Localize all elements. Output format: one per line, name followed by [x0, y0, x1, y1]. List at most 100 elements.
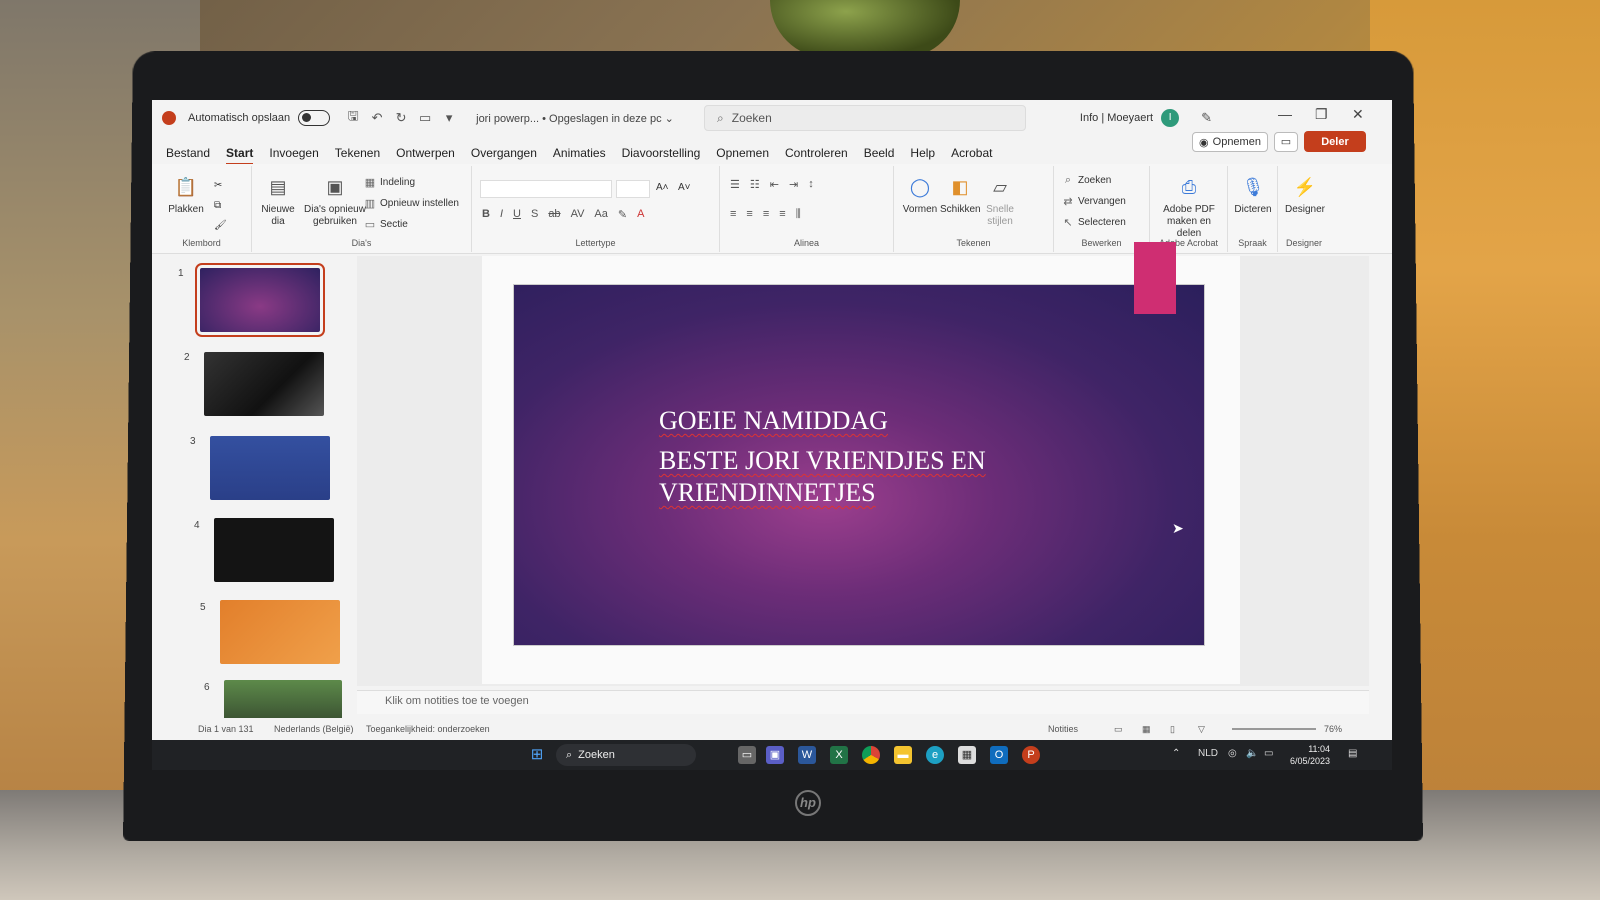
network-icon[interactable]: ◎	[1228, 748, 1237, 759]
slide-title-text[interactable]: GOEIE NAMIDDAG BESTE JORI VRIENDJES EN V…	[659, 405, 986, 509]
font-size-select[interactable]	[616, 180, 650, 198]
normal-view-icon[interactable]: ▭	[1114, 724, 1123, 735]
store-icon[interactable]: ▦	[958, 746, 976, 764]
notifications-icon[interactable]: ▤	[1348, 748, 1357, 759]
powerpoint-taskbar-icon[interactable]: P	[1022, 746, 1040, 764]
paste-button[interactable]: 📋 Plakken	[166, 174, 206, 216]
font-name-select[interactable]	[480, 180, 612, 198]
increase-indent-icon[interactable]: ⇥	[789, 178, 798, 191]
italic-icon[interactable]: I	[500, 208, 503, 221]
highlight-icon[interactable]: ✎	[618, 208, 627, 221]
autosave-toggle[interactable]	[298, 110, 331, 126]
redo-icon[interactable]: ↻	[392, 110, 410, 126]
current-slide[interactable]: GOEIE NAMIDDAG BESTE JORI VRIENDJES EN V…	[514, 285, 1204, 645]
clock[interactable]: 11:04 6/05/2023	[1290, 743, 1330, 767]
align-right-icon[interactable]: ≡	[763, 208, 769, 221]
layout-button[interactable]: ▦ Indeling	[364, 176, 415, 189]
columns-icon[interactable]: ⫼	[796, 208, 801, 221]
input-language[interactable]: NLD	[1198, 748, 1218, 759]
cut-icon[interactable]: ✂	[214, 180, 222, 191]
undo-icon[interactable]: ↶	[368, 110, 386, 126]
tab-animaties[interactable]: Animaties	[545, 146, 614, 160]
volume-icon[interactable]: 🔈	[1246, 748, 1258, 759]
tab-ontwerpen[interactable]: Ontwerpen	[388, 146, 463, 160]
slideshow-view-icon[interactable]: ▽	[1198, 724, 1205, 735]
change-case-icon[interactable]: Aa	[594, 208, 607, 221]
notes-toggle[interactable]: Notities	[1048, 724, 1078, 734]
shapes-button[interactable]: ◯ Vormen	[900, 174, 940, 216]
zoom-level[interactable]: 76%	[1324, 724, 1342, 734]
slide-thumbnail-4[interactable]	[214, 518, 334, 582]
bullets-icon[interactable]: ☰	[730, 178, 740, 191]
chrome-icon[interactable]	[862, 746, 880, 764]
slide-sorter-icon[interactable]: ▦	[1142, 724, 1151, 735]
excel-icon[interactable]: X	[830, 746, 848, 764]
minimize-button[interactable]: —	[1278, 106, 1292, 122]
slide-thumbnail-3[interactable]	[210, 436, 330, 500]
arrange-button[interactable]: ◧ Schikken	[940, 174, 981, 216]
tab-help[interactable]: Help	[902, 146, 943, 160]
battery-icon[interactable]: ▭	[1264, 748, 1273, 759]
windows-start-icon[interactable]: ⊞	[528, 746, 546, 764]
designer-button[interactable]: ⚡ Designer	[1282, 174, 1328, 216]
tab-invoegen[interactable]: Invoegen	[261, 146, 326, 160]
taskbar-search[interactable]: ⌕ Zoeken	[556, 744, 696, 766]
close-button[interactable]: ✕	[1352, 106, 1364, 123]
file-explorer-icon[interactable]: ▬	[894, 746, 912, 764]
user-account[interactable]: Info | Moeyaert I ✎	[1080, 109, 1212, 127]
comments-button[interactable]: ▭	[1274, 132, 1298, 152]
pen-icon[interactable]: ✎	[1201, 110, 1212, 126]
search-input[interactable]: ⌕ Zoeken	[704, 105, 1026, 131]
align-left-icon[interactable]: ≡	[730, 208, 736, 221]
align-center-icon[interactable]: ≡	[746, 208, 752, 221]
font-color-icon[interactable]: A	[637, 208, 644, 221]
line-spacing-icon[interactable]: ↕	[808, 178, 814, 191]
section-button[interactable]: ▭ Sectie	[364, 218, 408, 231]
decrease-font-icon[interactable]: A˅	[678, 182, 691, 193]
tab-overgangen[interactable]: Overgangen	[463, 146, 545, 160]
tray-chevron-icon[interactable]: ⌃	[1172, 748, 1180, 759]
start-slideshow-icon[interactable]: ▭	[416, 110, 434, 126]
teams-icon[interactable]: ▣	[766, 746, 784, 764]
outlook-icon[interactable]: O	[990, 746, 1008, 764]
slide-thumbnail-1[interactable]	[195, 263, 325, 337]
tab-tekenen[interactable]: Tekenen	[327, 146, 388, 160]
slide-thumbnail-5[interactable]	[220, 600, 340, 664]
task-view-icon[interactable]: ▭	[738, 746, 756, 764]
document-title[interactable]: jori powerp... • Opgeslagen in deze pc ⌄	[476, 112, 674, 125]
strikethrough-icon[interactable]: ab	[548, 208, 560, 221]
word-icon[interactable]: W	[798, 746, 816, 764]
new-slide-button[interactable]: ▤ Nieuwe dia	[258, 174, 298, 228]
underline-icon[interactable]: U	[513, 208, 521, 221]
tab-opnemen[interactable]: Opnemen	[708, 146, 777, 160]
tab-bestand[interactable]: Bestand	[158, 146, 218, 160]
justify-icon[interactable]: ≡	[779, 208, 785, 221]
spacing-icon[interactable]: AV	[571, 208, 585, 221]
replace-button[interactable]: ⇄ Vervangen	[1062, 195, 1125, 208]
save-icon[interactable]: 🖫	[344, 107, 362, 129]
decrease-indent-icon[interactable]: ⇤	[770, 178, 779, 191]
select-button[interactable]: ↖ Selecteren	[1062, 216, 1125, 229]
edge-icon[interactable]: e	[926, 746, 944, 764]
increase-font-icon[interactable]: A˄	[656, 182, 669, 193]
zoom-slider[interactable]	[1232, 728, 1316, 730]
numbering-icon[interactable]: ☷	[750, 178, 760, 191]
bold-icon[interactable]: B	[482, 208, 490, 221]
tab-diavoorstelling[interactable]: Diavoorstelling	[614, 146, 709, 160]
reset-button[interactable]: ▥ Opnieuw instellen	[364, 197, 459, 210]
reading-view-icon[interactable]: ▯	[1170, 724, 1175, 735]
format-painter-icon[interactable]: 🖌	[214, 220, 227, 231]
shadow-icon[interactable]: S	[531, 208, 538, 221]
slide-thumbnail-2[interactable]	[204, 352, 324, 416]
language-status[interactable]: Nederlands (België)	[274, 724, 354, 734]
notes-pane[interactable]: Klik om notities toe te voegen	[357, 690, 1369, 714]
quick-styles-button[interactable]: ▱ Snelle stijlen	[980, 174, 1020, 228]
adobe-pdf-button[interactable]: ⎙ Adobe PDF maken en delen	[1154, 174, 1224, 240]
tab-beeld[interactable]: Beeld	[856, 146, 903, 160]
record-button[interactable]: ◉ Opnemen	[1192, 132, 1268, 152]
tab-start[interactable]: Start	[218, 146, 261, 165]
dictate-button[interactable]: 🎙 Dicteren	[1232, 174, 1274, 216]
restore-button[interactable]: ❐	[1315, 106, 1328, 123]
share-button[interactable]: Deler	[1304, 131, 1366, 152]
tab-acrobat[interactable]: Acrobat	[943, 146, 1000, 160]
